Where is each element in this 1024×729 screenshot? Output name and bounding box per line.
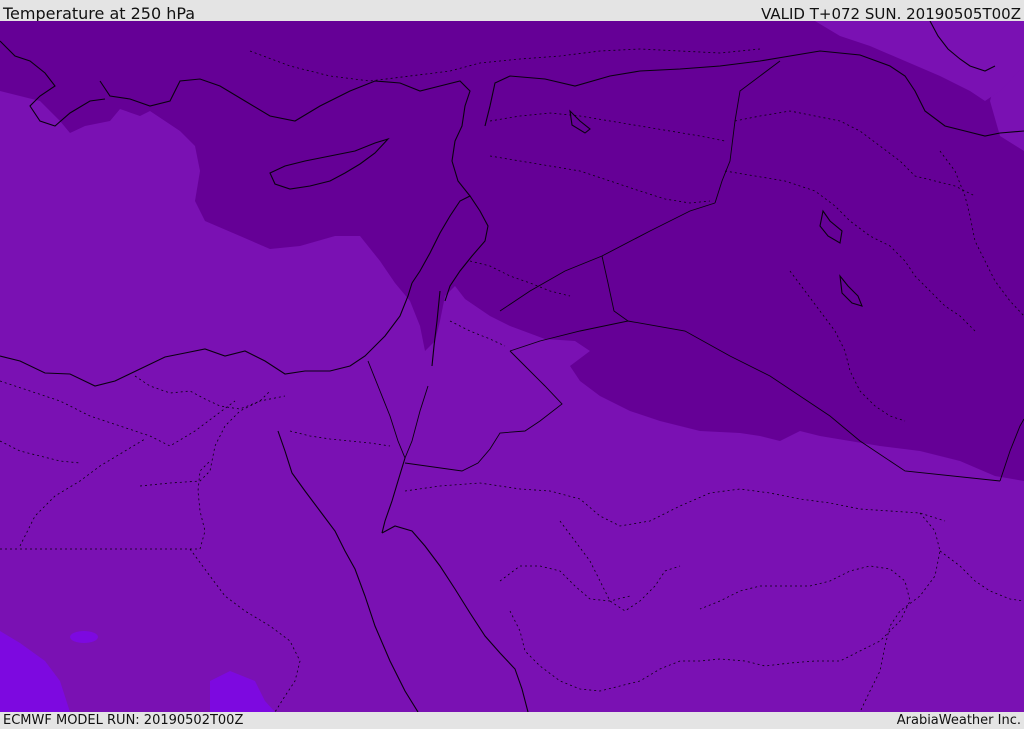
brand-label: ArabiaWeather Inc. [896, 713, 1021, 728]
footer-bar: ECMWF MODEL RUN: 20190502T00Z ArabiaWeat… [0, 712, 1024, 729]
temperature-band-warm-patch [70, 631, 98, 643]
header-bar: Temperature at 250 hPa VALID T+072 SUN. … [0, 0, 1024, 23]
map-canvas [0, 21, 1024, 712]
map-page: Temperature at 250 hPa VALID T+072 SUN. … [0, 0, 1024, 729]
model-run-label: ECMWF MODEL RUN: 20190502T00Z [3, 713, 244, 728]
weather-map[interactable] [0, 21, 1024, 712]
